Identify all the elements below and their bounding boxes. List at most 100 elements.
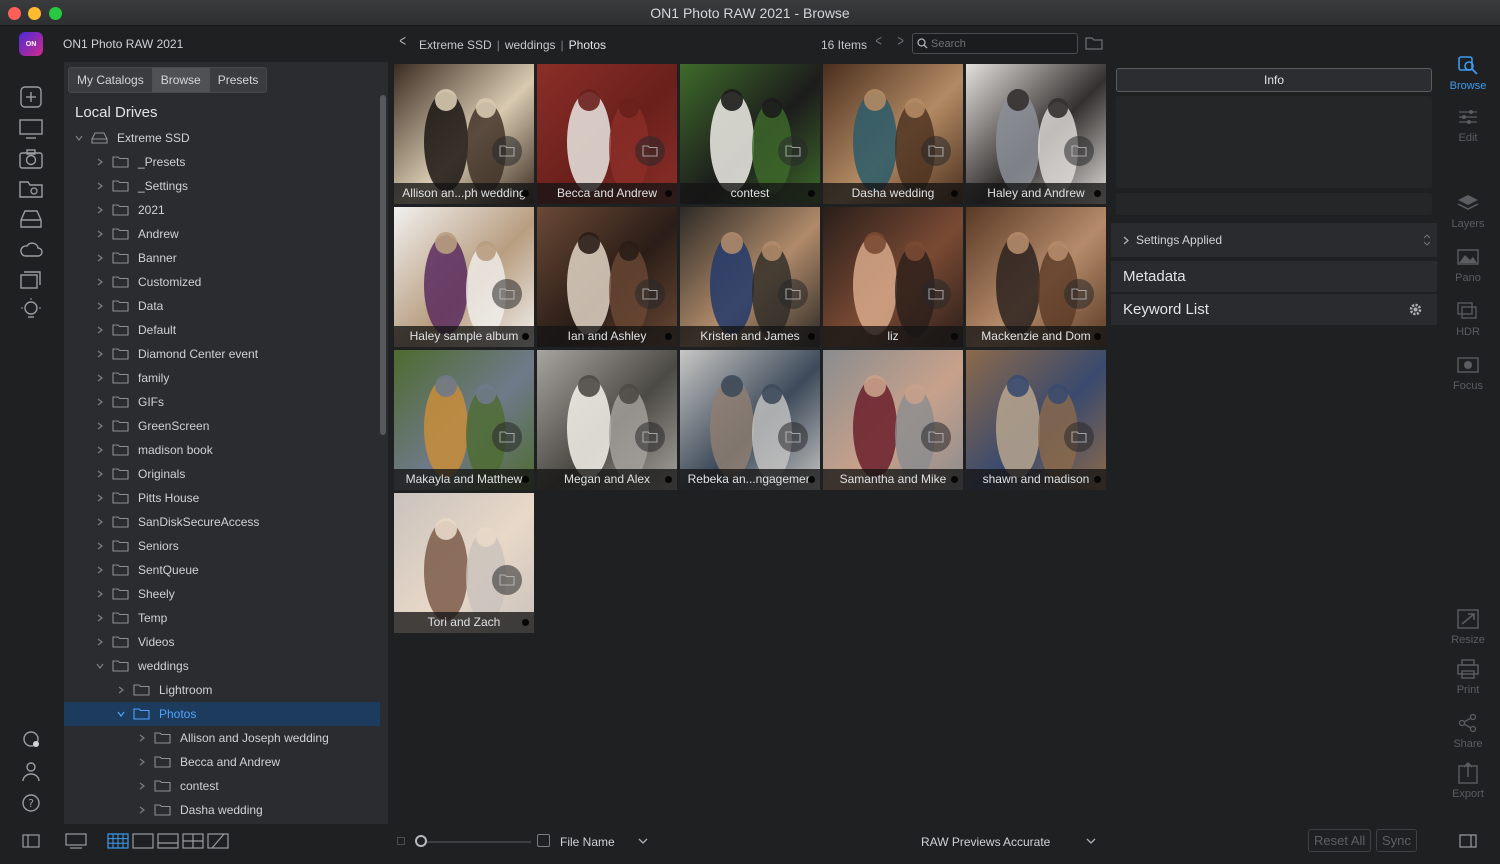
reset-all-button[interactable]: Reset All bbox=[1308, 829, 1372, 852]
chevron-right-icon[interactable] bbox=[96, 542, 104, 550]
photo-thumbnail[interactable]: Allison an...ph wedding bbox=[394, 64, 534, 204]
tab-my-catalogs[interactable]: My Catalogs bbox=[69, 68, 153, 92]
chevron-right-icon[interactable] bbox=[96, 494, 104, 502]
breadcrumb-item[interactable]: weddings bbox=[505, 38, 556, 52]
next-arrow-button[interactable]: > bbox=[897, 33, 904, 51]
photo-thumbnail[interactable]: Samantha and Mike bbox=[823, 350, 963, 490]
module-browse[interactable]: Browse bbox=[1440, 54, 1496, 92]
folder-search-icon[interactable] bbox=[19, 178, 43, 200]
tree-item[interactable]: Sheely bbox=[64, 582, 380, 606]
module-share[interactable]: Share bbox=[1440, 712, 1496, 750]
chevron-down-icon[interactable] bbox=[75, 134, 83, 142]
tree-item[interactable]: Diamond Center event bbox=[64, 342, 380, 366]
minimize-window-button[interactable] bbox=[28, 7, 41, 20]
folder-tree-scrollbar[interactable] bbox=[380, 95, 386, 435]
breadcrumb-current[interactable]: Photos bbox=[569, 38, 606, 52]
previous-arrow-button[interactable]: < bbox=[875, 33, 882, 51]
toggle-left-panel-icon[interactable] bbox=[22, 834, 40, 848]
cloud-icon[interactable] bbox=[19, 238, 43, 260]
tree-item[interactable]: Seniors bbox=[64, 534, 380, 558]
sync-settings-icon[interactable] bbox=[19, 728, 43, 750]
tree-item[interactable]: SanDiskSecureAccess bbox=[64, 510, 380, 534]
gear-icon[interactable] bbox=[1408, 302, 1423, 317]
tree-item[interactable]: Customized bbox=[64, 270, 380, 294]
photo-thumbnail[interactable]: Haley sample album bbox=[394, 207, 534, 347]
map-view-icon[interactable] bbox=[207, 833, 229, 849]
add-icon[interactable] bbox=[19, 86, 43, 108]
tree-item[interactable]: Allison and Joseph wedding bbox=[64, 726, 380, 750]
tree-item[interactable]: GreenScreen bbox=[64, 414, 380, 438]
tree-item[interactable]: Extreme SSD bbox=[64, 126, 380, 150]
thumbnail-size-slider[interactable] bbox=[421, 841, 531, 843]
photo-thumbnail[interactable]: Ian and Ashley bbox=[537, 207, 677, 347]
chevron-right-icon[interactable] bbox=[96, 158, 104, 166]
compare-view-icon[interactable] bbox=[182, 833, 204, 849]
chevron-right-icon[interactable] bbox=[96, 638, 104, 646]
tree-item[interactable]: SentQueue bbox=[64, 558, 380, 582]
sync-button[interactable]: Sync bbox=[1376, 829, 1417, 852]
module-export[interactable]: Export bbox=[1440, 762, 1496, 800]
chevron-right-icon[interactable] bbox=[138, 734, 146, 742]
folder-view-icon[interactable] bbox=[1085, 36, 1103, 50]
photo-thumbnail[interactable]: Dasha wedding bbox=[823, 64, 963, 204]
chevron-right-icon[interactable] bbox=[96, 590, 104, 598]
close-window-button[interactable] bbox=[8, 7, 21, 20]
chevron-right-icon[interactable] bbox=[96, 206, 104, 214]
chevron-right-icon[interactable] bbox=[96, 374, 104, 382]
chevron-down-icon[interactable] bbox=[117, 710, 125, 718]
module-layers[interactable]: Layers bbox=[1440, 192, 1496, 230]
lightbulb-icon[interactable] bbox=[19, 298, 43, 320]
albums-icon[interactable] bbox=[19, 268, 43, 290]
tree-item[interactable]: Photos bbox=[64, 702, 380, 726]
tab-browse[interactable]: Browse bbox=[152, 68, 210, 92]
tree-item[interactable]: contest bbox=[64, 774, 380, 798]
module-focus[interactable]: Focus bbox=[1440, 354, 1496, 392]
photo-thumbnail[interactable]: Megan and Alex bbox=[537, 350, 677, 490]
tree-item[interactable]: Andrew bbox=[64, 222, 380, 246]
chevron-right-icon[interactable] bbox=[96, 326, 104, 334]
module-print[interactable]: Print bbox=[1440, 658, 1496, 696]
tree-item[interactable]: Videos bbox=[64, 630, 380, 654]
chevron-right-icon[interactable] bbox=[96, 398, 104, 406]
slider-handle[interactable] bbox=[415, 835, 427, 847]
toggle-right-panel-icon[interactable] bbox=[1459, 834, 1477, 848]
chevron-right-icon[interactable] bbox=[117, 686, 125, 694]
tree-item[interactable]: family bbox=[64, 366, 380, 390]
module-edit[interactable]: Edit bbox=[1440, 106, 1496, 144]
tab-presets[interactable]: Presets bbox=[209, 68, 267, 92]
chevron-down-icon[interactable] bbox=[1086, 838, 1096, 844]
tree-item[interactable]: _Settings bbox=[64, 174, 380, 198]
tree-item[interactable]: Originals bbox=[64, 462, 380, 486]
photo-thumbnail[interactable]: Makayla and Matthew bbox=[394, 350, 534, 490]
chevron-right-icon[interactable] bbox=[96, 566, 104, 574]
settings-applied-row[interactable]: Settings Applied bbox=[1111, 223, 1437, 257]
chevron-right-icon[interactable] bbox=[96, 422, 104, 430]
chevron-right-icon[interactable] bbox=[96, 614, 104, 622]
help-icon[interactable]: ? bbox=[19, 792, 43, 814]
photo-thumbnail[interactable]: Kristen and James bbox=[680, 207, 820, 347]
updown-chevron-icon[interactable] bbox=[1423, 233, 1431, 247]
chevron-right-icon[interactable] bbox=[96, 278, 104, 286]
chevron-right-icon[interactable] bbox=[96, 230, 104, 238]
filmstrip-layout-icon[interactable] bbox=[157, 833, 179, 849]
chevron-right-icon[interactable] bbox=[96, 446, 104, 454]
chevron-right-icon[interactable] bbox=[96, 470, 104, 478]
tree-item[interactable]: 2021 bbox=[64, 198, 380, 222]
chevron-right-icon[interactable] bbox=[96, 302, 104, 310]
tree-item[interactable]: madison book bbox=[64, 438, 380, 462]
back-button[interactable]: < bbox=[399, 33, 406, 51]
photo-thumbnail[interactable]: Mackenzie and Dom bbox=[966, 207, 1106, 347]
tree-item[interactable]: Banner bbox=[64, 246, 380, 270]
detail-view-icon[interactable] bbox=[132, 833, 154, 849]
chevron-right-icon[interactable] bbox=[138, 758, 146, 766]
search-input[interactable] bbox=[931, 37, 1071, 50]
chevron-right-icon[interactable] bbox=[96, 254, 104, 262]
tree-item[interactable]: Pitts House bbox=[64, 486, 380, 510]
tree-item[interactable]: Dasha wedding bbox=[64, 798, 380, 822]
photo-thumbnail[interactable]: liz bbox=[823, 207, 963, 347]
chevron-down-icon[interactable] bbox=[96, 662, 104, 670]
tree-item[interactable]: Data bbox=[64, 294, 380, 318]
tree-item[interactable]: _Presets bbox=[64, 150, 380, 174]
chevron-right-icon[interactable] bbox=[96, 350, 104, 358]
tree-item[interactable]: weddings bbox=[64, 654, 380, 678]
